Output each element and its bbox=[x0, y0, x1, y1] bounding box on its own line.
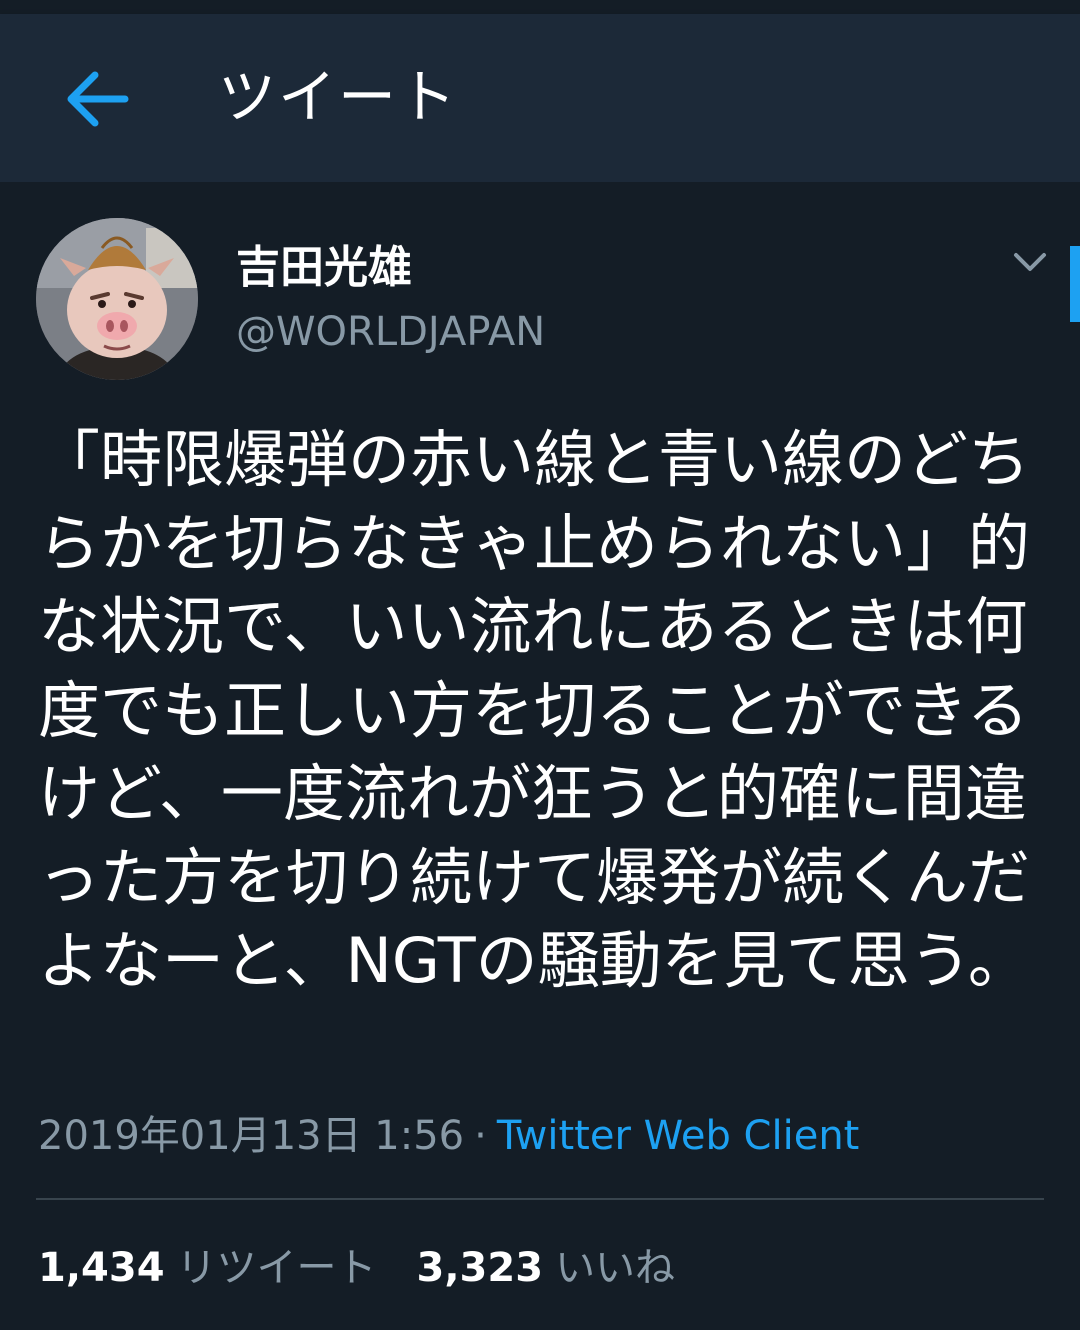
status-bar-area bbox=[0, 0, 1080, 14]
scrollbar-thumb[interactable] bbox=[1070, 246, 1080, 322]
retweets-count: 1,434 bbox=[38, 1245, 165, 1291]
likes-count: 3,323 bbox=[416, 1245, 544, 1291]
arrow-left-icon bbox=[67, 71, 129, 127]
avatar[interactable] bbox=[36, 218, 198, 380]
tweet-stats: 1,434 リツイート 3,323 いいね bbox=[38, 1240, 675, 1296]
tweet-timestamp[interactable]: 2019年01月13日 1:56 bbox=[38, 1113, 464, 1159]
tweet-detail: 吉田光雄 @WORLDJAPAN 「時限爆弾の赤い線と青い線のどちらかを切らなき… bbox=[0, 182, 1080, 1330]
user-handle[interactable]: @WORLDJAPAN bbox=[236, 306, 545, 358]
retweets-stat[interactable]: 1,434 リツイート bbox=[38, 1245, 377, 1291]
tweet-source-link[interactable]: Twitter Web Client bbox=[497, 1113, 860, 1159]
likes-label: いいね bbox=[555, 1245, 676, 1291]
tweet-meta: 2019年01月13日 1:56 · Twitter Web Client bbox=[38, 1108, 859, 1164]
meta-separator: · bbox=[474, 1113, 487, 1159]
user-display-name[interactable]: 吉田光雄 bbox=[236, 242, 412, 294]
back-button[interactable] bbox=[46, 54, 146, 144]
divider bbox=[36, 1198, 1044, 1200]
tweet-menu-button[interactable] bbox=[1006, 242, 1054, 282]
page-title: ツイート bbox=[218, 63, 459, 131]
chevron-down-icon bbox=[1014, 253, 1046, 271]
likes-stat[interactable]: 3,323 いいね bbox=[417, 1245, 676, 1291]
app-header: ツイート bbox=[0, 14, 1080, 182]
retweets-label: リツイート bbox=[176, 1245, 377, 1291]
tweet-text: 「時限爆弾の赤い線と青い線のどちらかを切らなきゃ止められない」的な状況で、いい流… bbox=[38, 423, 1031, 997]
pig-mask-avatar bbox=[36, 218, 198, 380]
